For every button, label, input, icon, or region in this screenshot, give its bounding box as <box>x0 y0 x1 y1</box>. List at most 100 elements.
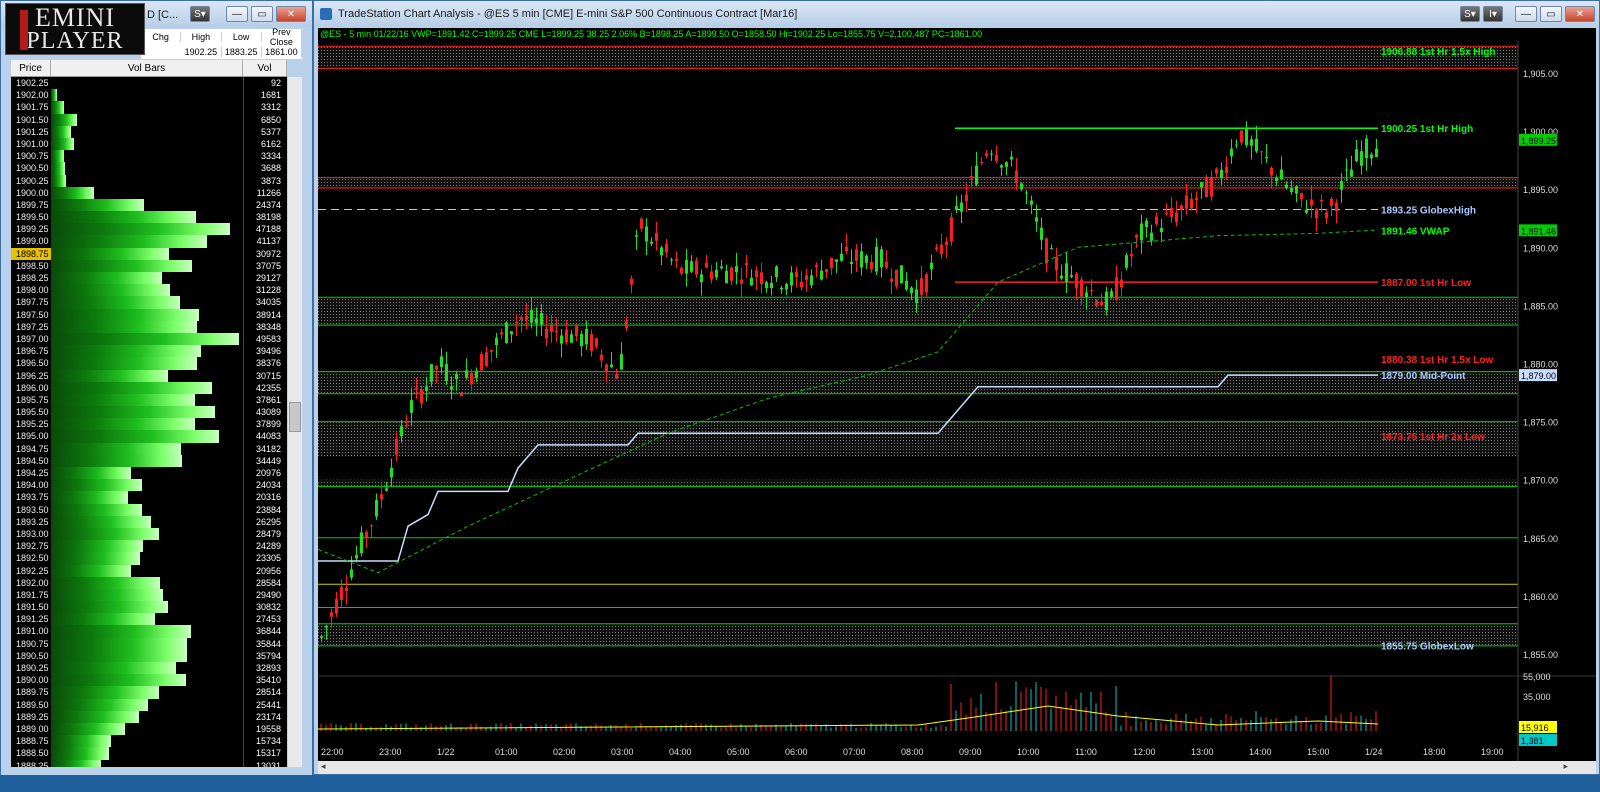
ladder-row[interactable]: 1894.75 34182 <box>11 442 287 455</box>
candle-body <box>545 329 548 339</box>
ladder-row[interactable]: 1897.25 38348 <box>11 320 287 333</box>
ladder-row[interactable]: 1895.00 44083 <box>11 430 287 443</box>
ladder-vol: 20316 <box>243 491 287 504</box>
ladder-row[interactable]: 1890.75 35844 <box>11 637 287 650</box>
ladder-row[interactable]: 1902.25 92 <box>11 77 287 90</box>
ladder-row[interactable]: 1896.00 42355 <box>11 381 287 394</box>
candle-body <box>385 488 388 491</box>
ladder-row[interactable]: 1896.75 39496 <box>11 345 287 358</box>
ladder-row[interactable]: 1891.00 36844 <box>11 625 287 638</box>
chart-i-button[interactable]: I▾ <box>1483 6 1503 22</box>
ladder-row[interactable]: 1892.75 24289 <box>11 540 287 553</box>
maximize-button[interactable]: ▭ <box>251 6 273 22</box>
candle-body <box>1090 290 1093 292</box>
ladder-row[interactable]: 1896.25 30715 <box>11 369 287 382</box>
ladder-row[interactable]: 1901.25 5377 <box>11 125 287 138</box>
ladder-row[interactable]: 1893.00 28479 <box>11 527 287 541</box>
chart-s-button[interactable]: S▾ <box>1460 6 1480 22</box>
chart-svg[interactable]: 1906.88 1st Hr 1.5x High 1900.25 1st Hr H… <box>317 41 1596 761</box>
ladder-row[interactable]: 1899.50 38198 <box>11 211 287 224</box>
ladder-row[interactable]: 1888.25 13031 <box>11 759 287 767</box>
price-chart[interactable]: 1906.88 1st Hr 1.5x High 1900.25 1st Hr H… <box>317 41 1596 761</box>
settings-s-button[interactable]: S▾ <box>190 6 210 22</box>
ladder-row[interactable]: 1890.00 35410 <box>11 674 287 687</box>
minimize-button[interactable]: — <box>226 6 248 22</box>
scroll-thumb[interactable] <box>289 402 301 432</box>
ladder-row[interactable]: 1888.75 15734 <box>11 735 287 748</box>
vol-bar <box>51 272 241 285</box>
ladder-vol: 28514 <box>243 686 287 699</box>
ladder-row[interactable]: 1891.25 27453 <box>11 613 287 626</box>
ladder-row[interactable]: 1893.75 20316 <box>11 491 287 504</box>
ladder-row[interactable]: 1900.00 11266 <box>11 186 287 199</box>
ladder-row[interactable]: 1898.25 29127 <box>11 272 287 285</box>
ladder-row[interactable]: 1889.50 25441 <box>11 698 287 711</box>
ladder-row[interactable]: 1889.25 23174 <box>11 710 287 723</box>
candle-body <box>775 266 778 277</box>
ladder-price: 1900.75 <box>16 151 49 162</box>
candle-body <box>1115 277 1118 300</box>
ladder-row[interactable]: 1894.00 24034 <box>11 479 287 492</box>
ladder-row[interactable]: 1901.75 3312 <box>11 101 287 114</box>
ladder-row[interactable]: 1901.00 6162 <box>11 137 287 151</box>
ladder-row[interactable]: 1894.50 34449 <box>11 454 287 467</box>
ladder-row[interactable]: 1899.00 41137 <box>11 235 287 248</box>
candle-body <box>770 282 773 289</box>
vol-bar <box>51 125 241 138</box>
ladder-price: 1892.75 <box>16 541 49 552</box>
ladder-row[interactable]: 1900.25 3873 <box>11 174 287 187</box>
scroll-right-icon[interactable]: ▸ <box>1563 761 1568 772</box>
candle-body <box>370 525 373 527</box>
ladder-row[interactable]: 1892.50 23305 <box>11 552 287 565</box>
ladder-row[interactable]: 1898.75 30972 <box>11 247 287 260</box>
ladder-row[interactable]: 1900.75 3334 <box>11 150 287 163</box>
ladder-row[interactable]: 1897.75 34035 <box>11 296 287 309</box>
candle-body <box>625 321 628 328</box>
ladder-vol: 49583 <box>243 332 287 346</box>
ladder-row[interactable]: 1899.25 47188 <box>11 223 287 236</box>
ladder-row[interactable]: 1888.50 15317 <box>11 747 287 760</box>
ladder-row[interactable]: 1894.25 20976 <box>11 467 287 480</box>
ladder-row[interactable]: 1889.00 19558 <box>11 722 287 736</box>
ladder-row[interactable]: 1891.75 29490 <box>11 588 287 602</box>
chart-minimize-button[interactable]: — <box>1515 6 1537 22</box>
ladder-row[interactable]: 1896.50 38376 <box>11 357 287 370</box>
ladder-row[interactable]: 1897.00 49583 <box>11 332 287 346</box>
chart-close-button[interactable]: ✕ <box>1565 6 1595 22</box>
chart-titlebar[interactable]: TradeStation Chart Analysis - @ES 5 min … <box>314 1 1599 27</box>
ladder-scrollbar[interactable] <box>288 77 302 767</box>
candle-body <box>1175 212 1178 223</box>
ladder-row[interactable]: 1891.50 30832 <box>11 601 287 614</box>
ladder-row[interactable]: 1898.00 31228 <box>11 284 287 297</box>
ladder-row[interactable]: 1898.50 37075 <box>11 259 287 272</box>
col-vol[interactable]: Vol <box>243 60 287 76</box>
chart-hscroll[interactable]: ◂ ▸ <box>318 761 1596 774</box>
ladder-row[interactable]: 1895.25 37899 <box>11 418 287 431</box>
chart-maximize-button[interactable]: ▭ <box>1540 6 1562 22</box>
ladder-row[interactable]: 1889.75 28514 <box>11 686 287 699</box>
scroll-left-icon[interactable]: ◂ <box>321 761 326 772</box>
ladder-row[interactable]: 1890.50 35794 <box>11 649 287 662</box>
candle-body <box>1015 170 1018 184</box>
close-button[interactable]: ✕ <box>276 6 306 22</box>
candle-body <box>870 261 873 270</box>
ladder-row[interactable]: 1890.25 32893 <box>11 662 287 675</box>
ladder-row[interactable]: 1897.50 38914 <box>11 308 287 321</box>
vol-bar <box>51 527 241 541</box>
ladder-vol: 29490 <box>243 588 287 602</box>
ladder-row[interactable]: 1892.00 28584 <box>11 576 287 589</box>
price-axis-label: 1,865.00 <box>1523 534 1558 544</box>
time-axis-label: 04:00 <box>669 747 692 757</box>
ladder-row[interactable]: 1895.75 37861 <box>11 393 287 407</box>
ladder-row[interactable]: 1901.50 6850 <box>11 113 287 126</box>
ladder-row[interactable]: 1892.25 20956 <box>11 564 287 577</box>
ladder-row[interactable]: 1902.00 1681 <box>11 89 287 102</box>
ladder-row[interactable]: 1893.50 23884 <box>11 503 287 516</box>
ladder-row[interactable]: 1899.75 24374 <box>11 198 287 212</box>
ladder-row[interactable]: 1895.50 43089 <box>11 406 287 419</box>
col-price[interactable]: Price <box>11 60 51 76</box>
candle-body <box>490 350 493 352</box>
ladder-row[interactable]: 1900.50 3688 <box>11 162 287 175</box>
col-vol-bars[interactable]: Vol Bars <box>51 60 243 76</box>
ladder-row[interactable]: 1893.25 26295 <box>11 515 287 528</box>
